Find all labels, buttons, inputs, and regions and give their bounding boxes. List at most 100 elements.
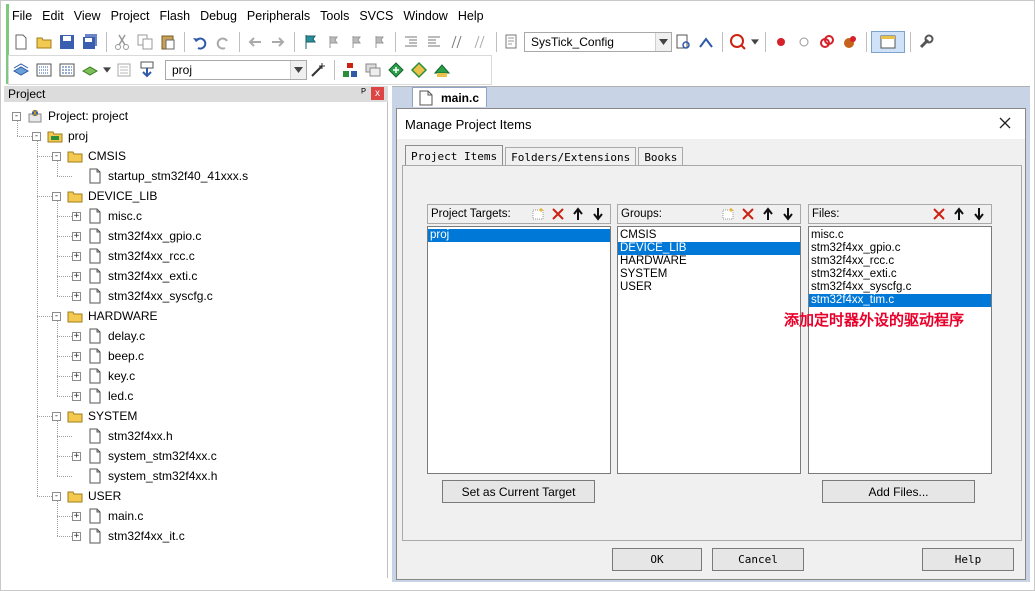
- tree-item[interactable]: startup_stm32f40_41xxx.s: [72, 166, 248, 186]
- expand-icon[interactable]: +: [72, 231, 81, 241]
- list-item[interactable]: misc.c: [809, 229, 991, 242]
- tree-item[interactable]: - SYSTEM: [52, 406, 137, 426]
- chevron-down-icon[interactable]: [750, 31, 760, 53]
- tree-item[interactable]: - HARDWARE: [52, 306, 158, 326]
- function-combo[interactable]: SysTick_Config: [524, 32, 672, 52]
- tree-item[interactable]: + stm32f4xx_exti.c: [72, 266, 197, 286]
- list-item[interactable]: stm32f4xx_syscfg.c: [809, 281, 991, 294]
- tab-main-c[interactable]: main.c: [412, 87, 487, 107]
- bookmark-icon[interactable]: [299, 31, 321, 53]
- menu-tools[interactable]: Tools: [317, 6, 356, 26]
- expand-icon[interactable]: +: [72, 531, 81, 541]
- menu-project[interactable]: Project: [108, 6, 157, 26]
- move-down-icon[interactable]: [969, 206, 989, 222]
- new-file-icon[interactable]: [10, 31, 32, 53]
- list-item[interactable]: CMSIS: [618, 229, 800, 242]
- collapse-icon[interactable]: -: [52, 311, 61, 321]
- pack-installer-icon[interactable]: [408, 59, 430, 81]
- tree-item[interactable]: + beep.c: [72, 346, 144, 366]
- set-current-target-button[interactable]: Set as Current Target: [442, 480, 595, 503]
- tree-item[interactable]: + stm32f4xx_syscfg.c: [72, 286, 213, 306]
- paste-icon[interactable]: [157, 31, 179, 53]
- menu-peripherals[interactable]: Peripherals: [244, 6, 317, 26]
- tree-item[interactable]: + key.c: [72, 366, 135, 386]
- tree-item[interactable]: - CMSIS: [52, 146, 126, 166]
- tree-item[interactable]: - DEVICE_LIB: [52, 186, 157, 206]
- menu-flash[interactable]: Flash: [156, 6, 197, 26]
- move-down-icon[interactable]: [588, 206, 608, 222]
- chevron-down-icon[interactable]: [655, 33, 671, 51]
- tree-item[interactable]: + stm32f4xx_it.c: [72, 526, 185, 546]
- expand-icon[interactable]: +: [72, 511, 81, 521]
- menu-help[interactable]: Help: [455, 6, 491, 26]
- move-up-icon[interactable]: [568, 206, 588, 222]
- save-icon[interactable]: [56, 31, 78, 53]
- build-icon[interactable]: [33, 59, 55, 81]
- menu-window[interactable]: Window: [400, 6, 454, 26]
- open-folder-icon[interactable]: [33, 31, 55, 53]
- groups-listbox[interactable]: CMSIS DEVICE_LIB HARDWARE SYSTEM USER: [617, 226, 801, 474]
- uncomment-icon[interactable]: [469, 31, 491, 53]
- find-in-files-icon[interactable]: [501, 31, 523, 53]
- collapse-icon[interactable]: -: [12, 111, 21, 121]
- new-target-icon[interactable]: [528, 206, 548, 222]
- tree-item[interactable]: + stm32f4xx_rcc.c: [72, 246, 195, 266]
- help-button[interactable]: Help: [922, 548, 1014, 571]
- close-icon[interactable]: x: [371, 87, 384, 100]
- find-icon[interactable]: [672, 31, 694, 53]
- targets-listbox[interactable]: proj: [427, 226, 611, 474]
- rebuild-icon[interactable]: [56, 59, 78, 81]
- menu-debug[interactable]: Debug: [197, 6, 244, 26]
- list-item[interactable]: DEVICE_LIB: [618, 242, 800, 255]
- add-files-button[interactable]: Add Files...: [822, 480, 975, 503]
- comment-icon[interactable]: [446, 31, 468, 53]
- files-listbox[interactable]: misc.c stm32f4xx_gpio.c stm32f4xx_rcc.c stm…: [808, 226, 992, 474]
- list-item[interactable]: stm32f4xx_exti.c: [809, 268, 991, 281]
- save-all-icon[interactable]: [79, 31, 101, 53]
- redo-icon[interactable]: [212, 31, 234, 53]
- menu-view[interactable]: View: [71, 6, 108, 26]
- pack-update-icon[interactable]: [431, 59, 453, 81]
- list-item[interactable]: USER: [618, 281, 800, 294]
- expand-icon[interactable]: +: [72, 371, 81, 381]
- collapse-icon[interactable]: -: [52, 491, 61, 501]
- disable-all-breakpoints-icon[interactable]: [816, 31, 838, 53]
- tab-project-items[interactable]: Project Items: [405, 145, 504, 167]
- breakpoint-icon[interactable]: [770, 31, 792, 53]
- delete-file-icon[interactable]: [929, 206, 949, 222]
- undo-icon[interactable]: [189, 31, 211, 53]
- cancel-button[interactable]: Cancel: [712, 548, 804, 571]
- tab-folders-extensions[interactable]: Folders/Extensions: [505, 147, 637, 167]
- configure-icon[interactable]: [915, 31, 937, 53]
- move-down-icon[interactable]: [778, 206, 798, 222]
- tree-item[interactable]: - proj: [32, 126, 88, 146]
- move-up-icon[interactable]: [949, 206, 969, 222]
- copy-icon[interactable]: [134, 31, 156, 53]
- translate-icon[interactable]: [10, 59, 32, 81]
- tree-item[interactable]: + stm32f4xx_gpio.c: [72, 226, 201, 246]
- download-icon[interactable]: [136, 59, 158, 81]
- clear-bookmarks-icon[interactable]: [368, 31, 390, 53]
- expand-icon[interactable]: +: [72, 391, 81, 401]
- tree-item[interactable]: + led.c: [72, 386, 133, 406]
- target-combo[interactable]: proj: [165, 60, 307, 80]
- ok-button[interactable]: OK: [612, 548, 702, 571]
- batch-build-icon[interactable]: [79, 59, 101, 81]
- next-bookmark-icon[interactable]: [345, 31, 367, 53]
- unindent-icon[interactable]: [423, 31, 445, 53]
- collapse-icon[interactable]: -: [52, 151, 61, 161]
- expand-icon[interactable]: +: [72, 331, 81, 341]
- manage-project-items-icon[interactable]: [339, 59, 361, 81]
- tree-item[interactable]: system_stm32f4xx.h: [72, 466, 217, 486]
- chevron-down-icon[interactable]: [102, 59, 112, 81]
- menu-svcs[interactable]: SVCS: [356, 6, 400, 26]
- list-item[interactable]: proj: [428, 229, 610, 242]
- tree-item[interactable]: + system_stm32f4xx.c: [72, 446, 217, 466]
- incremental-find-icon[interactable]: [695, 31, 717, 53]
- list-item[interactable]: HARDWARE: [618, 255, 800, 268]
- list-item[interactable]: SYSTEM: [618, 268, 800, 281]
- nav-back-icon[interactable]: [244, 31, 266, 53]
- tab-books[interactable]: Books: [638, 147, 684, 167]
- delete-group-icon[interactable]: [738, 206, 758, 222]
- chevron-down-icon[interactable]: [290, 61, 306, 79]
